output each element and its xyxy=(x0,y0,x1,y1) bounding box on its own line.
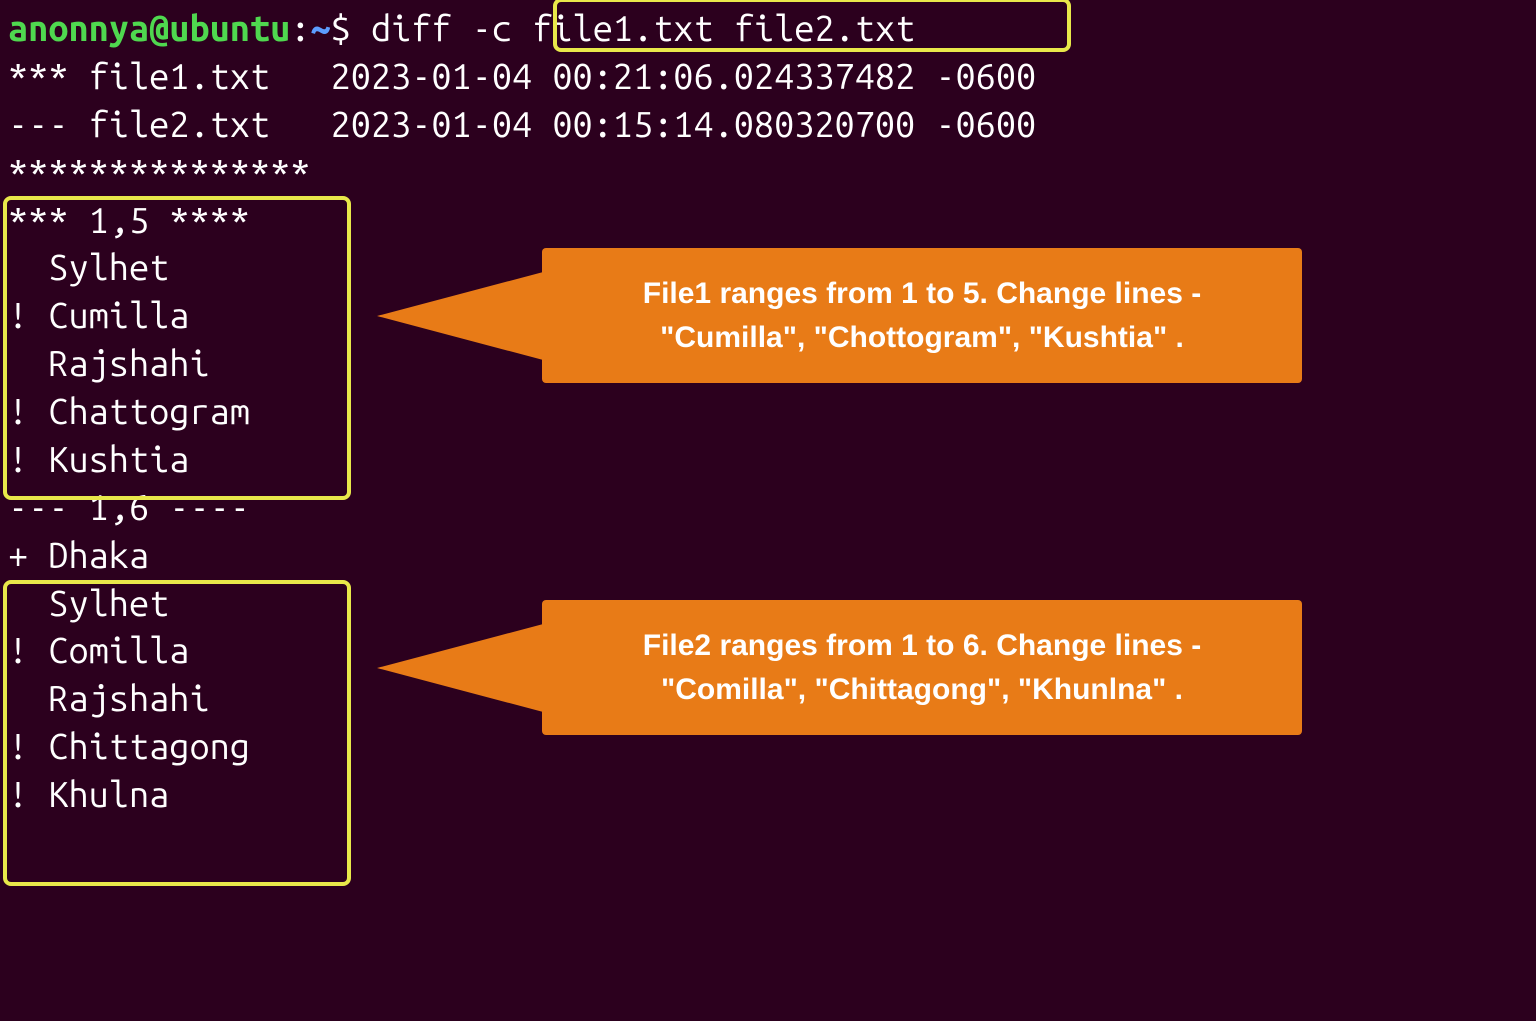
prompt-at: @ xyxy=(149,7,169,48)
diff-file2-line: Sylhet xyxy=(8,582,169,623)
callout-arrow-icon xyxy=(377,623,547,713)
cmd-args: -c file1.txt file2.txt xyxy=(472,7,916,48)
diff-file2-line: ! Chittagong xyxy=(8,725,250,766)
prompt-colon: : xyxy=(290,7,310,48)
prompt-user: anonnya xyxy=(8,7,149,48)
callout-arrow-icon xyxy=(377,271,547,361)
annotation-callout-file2: File2 ranges from 1 to 6. Change lines -… xyxy=(542,600,1302,735)
diff-file1-line: Rajshahi xyxy=(8,342,210,383)
diff-header-file1: *** file1.txt 2023-01-04 00:21:06.024337… xyxy=(8,55,1036,96)
diff-range-file1: *** 1,5 **** xyxy=(8,199,250,240)
diff-range-file2: --- 1,6 ---- xyxy=(8,486,250,527)
callout-text: File1 ranges from 1 to 5. Change lines - xyxy=(643,277,1201,310)
diff-file1-line: Sylhet xyxy=(8,246,169,287)
callout-text: "Comilla", "Chittagong", "Khunlna" . xyxy=(661,673,1183,706)
diff-file1-line: ! Kushtia xyxy=(8,438,189,479)
callout-text: File2 ranges from 1 to 6. Change lines - xyxy=(643,629,1201,662)
prompt-path: ~ xyxy=(310,7,330,48)
diff-file2-line: + Dhaka xyxy=(8,534,149,575)
diff-file1-line: ! Cumilla xyxy=(8,294,189,335)
annotation-callout-file1: File1 ranges from 1 to 5. Change lines -… xyxy=(542,248,1302,383)
prompt-host: ubuntu xyxy=(169,7,290,48)
diff-separator: *************** xyxy=(8,151,310,192)
diff-header-file2: --- file2.txt 2023-01-04 00:15:14.080320… xyxy=(8,103,1036,144)
cmd-prefix: diff xyxy=(351,7,472,48)
callout-text: "Cumilla", "Chottogram", "Kushtia" . xyxy=(660,321,1184,354)
diff-file1-line: ! Chattogram xyxy=(8,390,250,431)
diff-file2-line: ! Khulna xyxy=(8,773,169,814)
diff-file2-line: ! Comilla xyxy=(8,629,189,670)
prompt-dollar: $ xyxy=(331,7,351,48)
diff-file2-line: Rajshahi xyxy=(8,677,210,718)
